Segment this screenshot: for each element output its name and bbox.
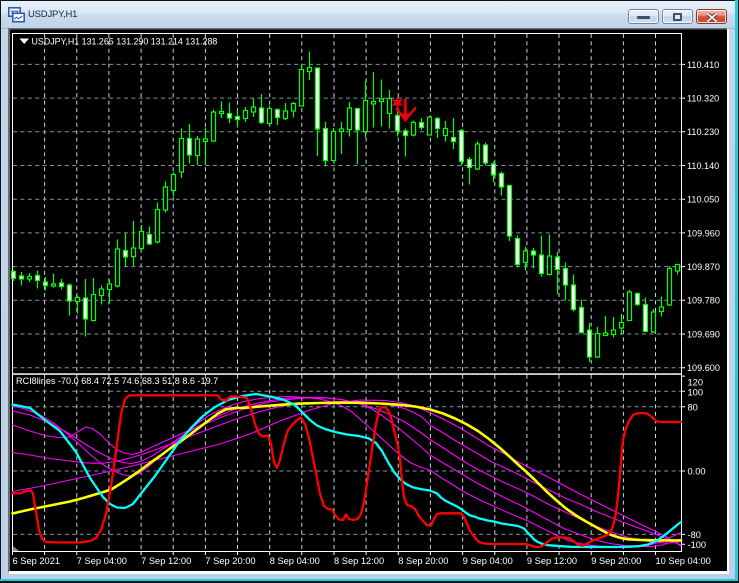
svg-text:8 Sep 12:00: 8 Sep 12:00 [334, 556, 384, 566]
svg-text:80: 80 [688, 403, 698, 413]
svg-text:0.00: 0.00 [688, 467, 706, 477]
svg-text:110.050: 110.050 [687, 195, 719, 205]
svg-text:7 Sep 04:00: 7 Sep 04:00 [77, 556, 127, 566]
svg-text:109.780: 109.780 [687, 296, 720, 306]
svg-text:RCI8lines -70.0 68.4 72.5 74.6: RCI8lines -70.0 68.4 72.5 74.6 68.3 51.8… [16, 376, 218, 386]
svg-text:7 Sep 20:00: 7 Sep 20:00 [205, 556, 255, 566]
svg-text:120: 120 [688, 378, 704, 388]
svg-text:-100: -100 [688, 540, 707, 550]
svg-text:7 Sep 12:00: 7 Sep 12:00 [141, 556, 191, 566]
svg-text:-80: -80 [688, 530, 701, 540]
svg-text:109.690: 109.690 [687, 329, 720, 339]
svg-text:110.140: 110.140 [687, 161, 719, 171]
svg-text:6 Sep 2021: 6 Sep 2021 [13, 556, 61, 566]
svg-text:110.230: 110.230 [687, 127, 719, 137]
svg-text:110.320: 110.320 [687, 94, 719, 104]
svg-text:USDJPY,H1 131.265 131.290 131: USDJPY,H1 131.265 131.290 131.214 131.28… [32, 36, 218, 46]
svg-text:110.410: 110.410 [687, 60, 719, 70]
svg-text:109.870: 109.870 [687, 262, 720, 272]
svg-text:8 Sep 20:00: 8 Sep 20:00 [398, 556, 448, 566]
svg-text:100: 100 [688, 387, 704, 397]
svg-text:9 Sep 04:00: 9 Sep 04:00 [463, 556, 513, 566]
svg-text:8 Sep 04:00: 8 Sep 04:00 [270, 556, 320, 566]
svg-text:10 Sep 04:00: 10 Sep 04:00 [656, 556, 711, 566]
svg-text:9 Sep 20:00: 9 Sep 20:00 [591, 556, 641, 566]
svg-text:109.600: 109.600 [687, 363, 720, 373]
svg-text:9 Sep 12:00: 9 Sep 12:00 [527, 556, 577, 566]
svg-text:109.960: 109.960 [687, 228, 720, 238]
